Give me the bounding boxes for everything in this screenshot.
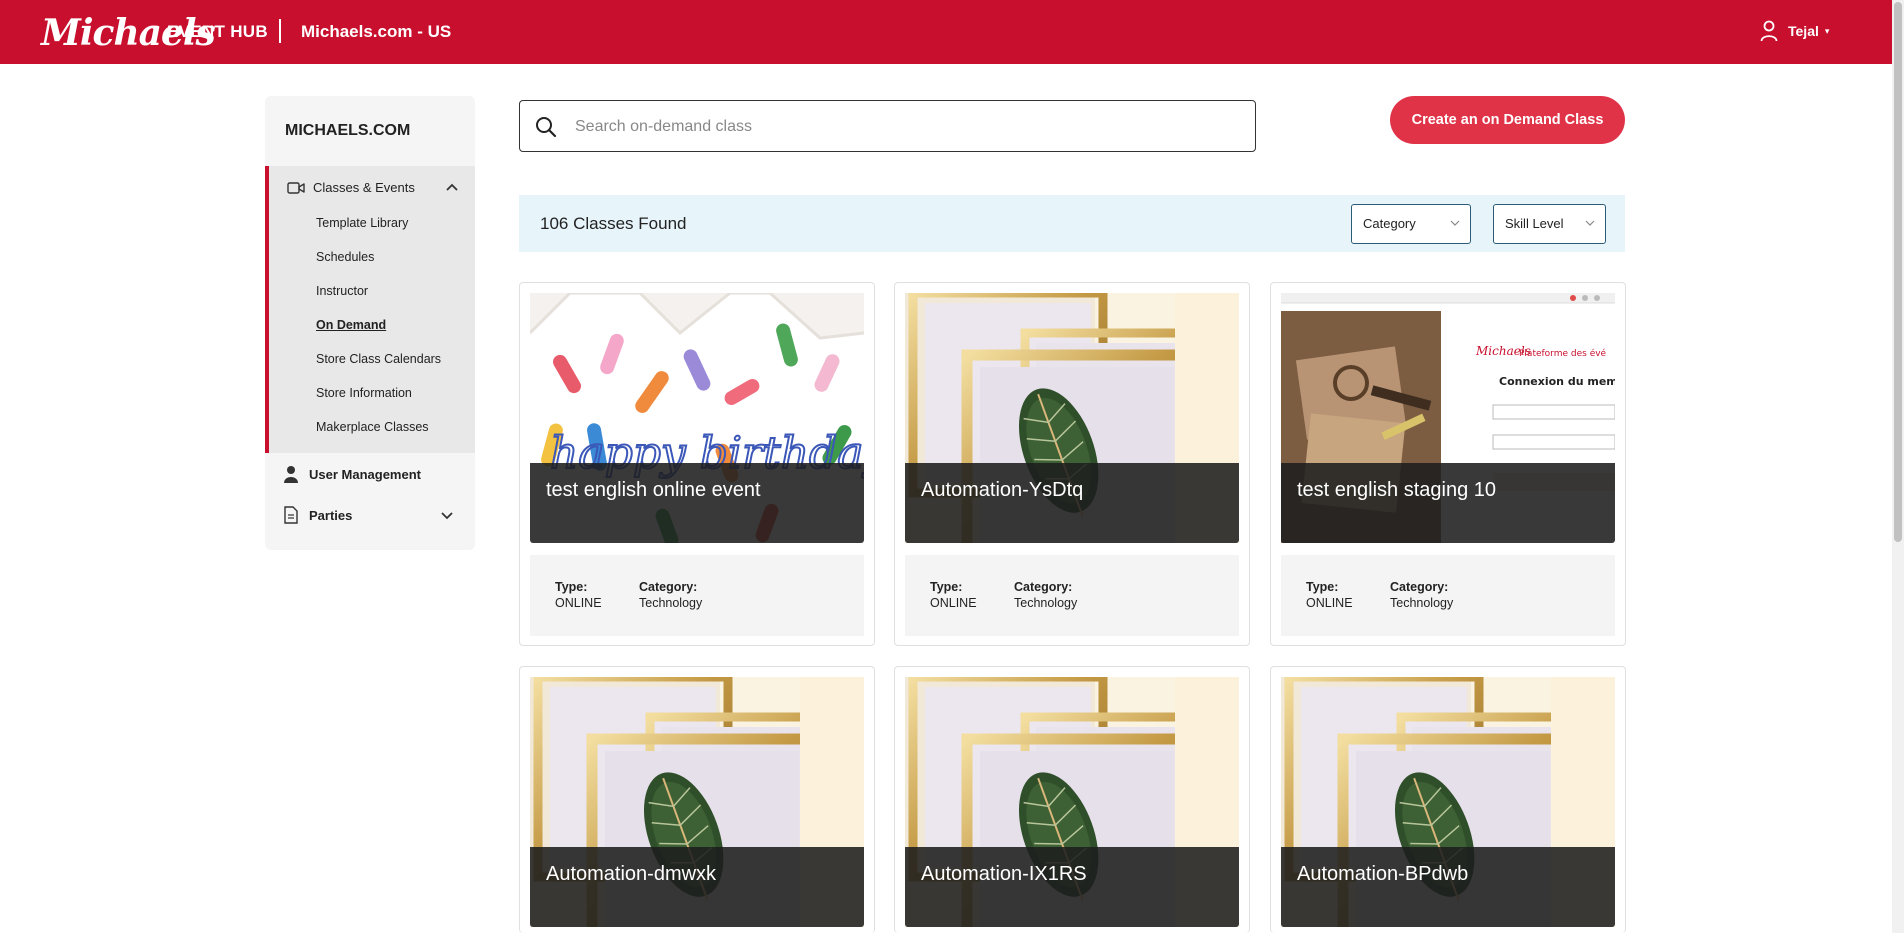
class-card[interactable]: Michaels Plateforme des évé Connexion du… [1270, 282, 1626, 646]
category-value: Technology [1390, 596, 1454, 610]
create-on-demand-class-button[interactable]: Create an on Demand Class [1390, 96, 1625, 144]
sidebar-item-store-class-calendars[interactable]: Store Class Calendars [316, 352, 441, 366]
class-card-image[interactable]: Automation-IX1RS [905, 677, 1239, 927]
document-icon [284, 506, 298, 524]
sidebar-item-instructor[interactable]: Instructor [316, 284, 368, 298]
card-title-bar: Automation-YsDtq [905, 463, 1239, 543]
category-value: Technology [639, 596, 703, 610]
card-title[interactable]: Automation-YsDtq [921, 479, 1083, 502]
type-label: Type: [555, 580, 588, 594]
card-title-bar: test english staging 10 [1281, 463, 1615, 543]
scrollbar-thumb[interactable] [1894, 2, 1902, 542]
type-value: ONLINE [1306, 596, 1353, 610]
chevron-down-icon [1450, 220, 1460, 226]
sidebar-item-parties[interactable]: Parties [283, 506, 352, 524]
type-value: ONLINE [555, 596, 602, 610]
class-card-image[interactable]: Automation-YsDtq [905, 293, 1239, 543]
class-card[interactable]: happy birthday test english online event… [519, 282, 875, 646]
card-title[interactable]: Automation-BPdwb [1297, 863, 1468, 886]
class-card[interactable]: Automation-BPdwb [1270, 666, 1626, 933]
class-card[interactable]: Automation-YsDtq Type: ONLINE Category: … [894, 282, 1250, 646]
dropdown-label: Category [1363, 216, 1416, 231]
chevron-up-icon[interactable] [446, 182, 458, 192]
page-scrollbar[interactable] [1892, 0, 1904, 933]
category-label: Category: [1014, 580, 1073, 594]
sidebar-group-label: Classes & Events [313, 180, 415, 195]
card-title-bar: Automation-IX1RS [905, 847, 1239, 927]
user-menu[interactable]: Tejal ▾ [1760, 20, 1829, 42]
class-card[interactable]: Automation-dmwxk [519, 666, 875, 933]
card-title[interactable]: test english online event [546, 479, 761, 502]
sidebar-item-on-demand[interactable]: On Demand [316, 318, 386, 332]
dropdown-label: Skill Level [1505, 216, 1564, 231]
card-info: Type: ONLINE Category: Technology [530, 555, 864, 636]
results-count: 106 Classes Found [540, 214, 687, 233]
chevron-down-icon [1585, 220, 1595, 226]
person-icon [284, 466, 298, 483]
class-card-image[interactable]: happy birthday test english online event [530, 293, 864, 543]
chevron-down-icon[interactable] [441, 510, 453, 520]
sidebar: MICHAELS.COM Classes & Events Template L… [265, 96, 475, 550]
sidebar-item-store-information[interactable]: Store Information [316, 386, 412, 400]
sidebar-item-makerplace-classes[interactable]: Makerplace Classes [316, 420, 429, 434]
site-selector[interactable]: Michaels.com - US [301, 22, 451, 42]
svg-text:Connexion du memb: Connexion du memb [1499, 375, 1615, 388]
card-title[interactable]: Automation-IX1RS [921, 863, 1087, 886]
card-info: Type: ONLINE Category: Technology [905, 555, 1239, 636]
class-card[interactable]: Automation-IX1RS [894, 666, 1250, 933]
skill-level-filter-dropdown[interactable]: Skill Level [1493, 204, 1606, 244]
type-value: ONLINE [930, 596, 977, 610]
sidebar-group-header[interactable]: Classes & Events [287, 180, 415, 195]
svg-text:Plateforme des évé: Plateforme des évé [1519, 348, 1607, 359]
category-filter-dropdown[interactable]: Category [1351, 204, 1471, 244]
sidebar-item-user-management[interactable]: User Management [283, 465, 421, 483]
video-camera-icon [287, 181, 305, 194]
sidebar-title: MICHAELS.COM [285, 122, 411, 139]
top-header: Michaels EVENT HUB Michaels.com - US Tej… [0, 0, 1892, 64]
caret-down-icon: ▾ [1824, 25, 1830, 36]
card-title-bar: Automation-dmwxk [530, 847, 864, 927]
card-title[interactable]: test english staging 10 [1297, 479, 1496, 502]
category-value: Technology [1014, 596, 1078, 610]
sidebar-item-template-library[interactable]: Template Library [316, 216, 408, 230]
search-input[interactable] [575, 113, 1235, 141]
category-label: Category: [639, 580, 698, 594]
search-box [519, 100, 1256, 152]
header-divider [279, 19, 281, 43]
app-name: EVENT HUB [167, 22, 268, 41]
sidebar-item-label: User Management [309, 466, 421, 482]
class-card-image[interactable]: Automation-dmwxk [530, 677, 864, 927]
sidebar-group-classes-events: Classes & Events Template Library Schedu… [265, 166, 475, 453]
card-title-bar: Automation-BPdwb [1281, 847, 1615, 927]
type-label: Type: [1306, 580, 1339, 594]
card-info: Type: ONLINE Category: Technology [1281, 555, 1615, 636]
search-icon [536, 117, 557, 138]
class-card-image[interactable]: Michaels Plateforme des évé Connexion du… [1281, 293, 1615, 543]
card-title-bar: test english online event [530, 463, 864, 543]
type-label: Type: [930, 580, 963, 594]
results-bar: 106 Classes Found Category Skill Level [519, 195, 1625, 252]
sidebar-item-schedules[interactable]: Schedules [316, 250, 374, 264]
class-card-image[interactable]: Automation-BPdwb [1281, 677, 1615, 927]
sidebar-item-label: Parties [309, 507, 353, 523]
category-label: Category: [1390, 580, 1449, 594]
card-title[interactable]: Automation-dmwxk [546, 863, 716, 886]
user-name: Tejal [1788, 23, 1819, 39]
user-icon [1760, 20, 1778, 42]
